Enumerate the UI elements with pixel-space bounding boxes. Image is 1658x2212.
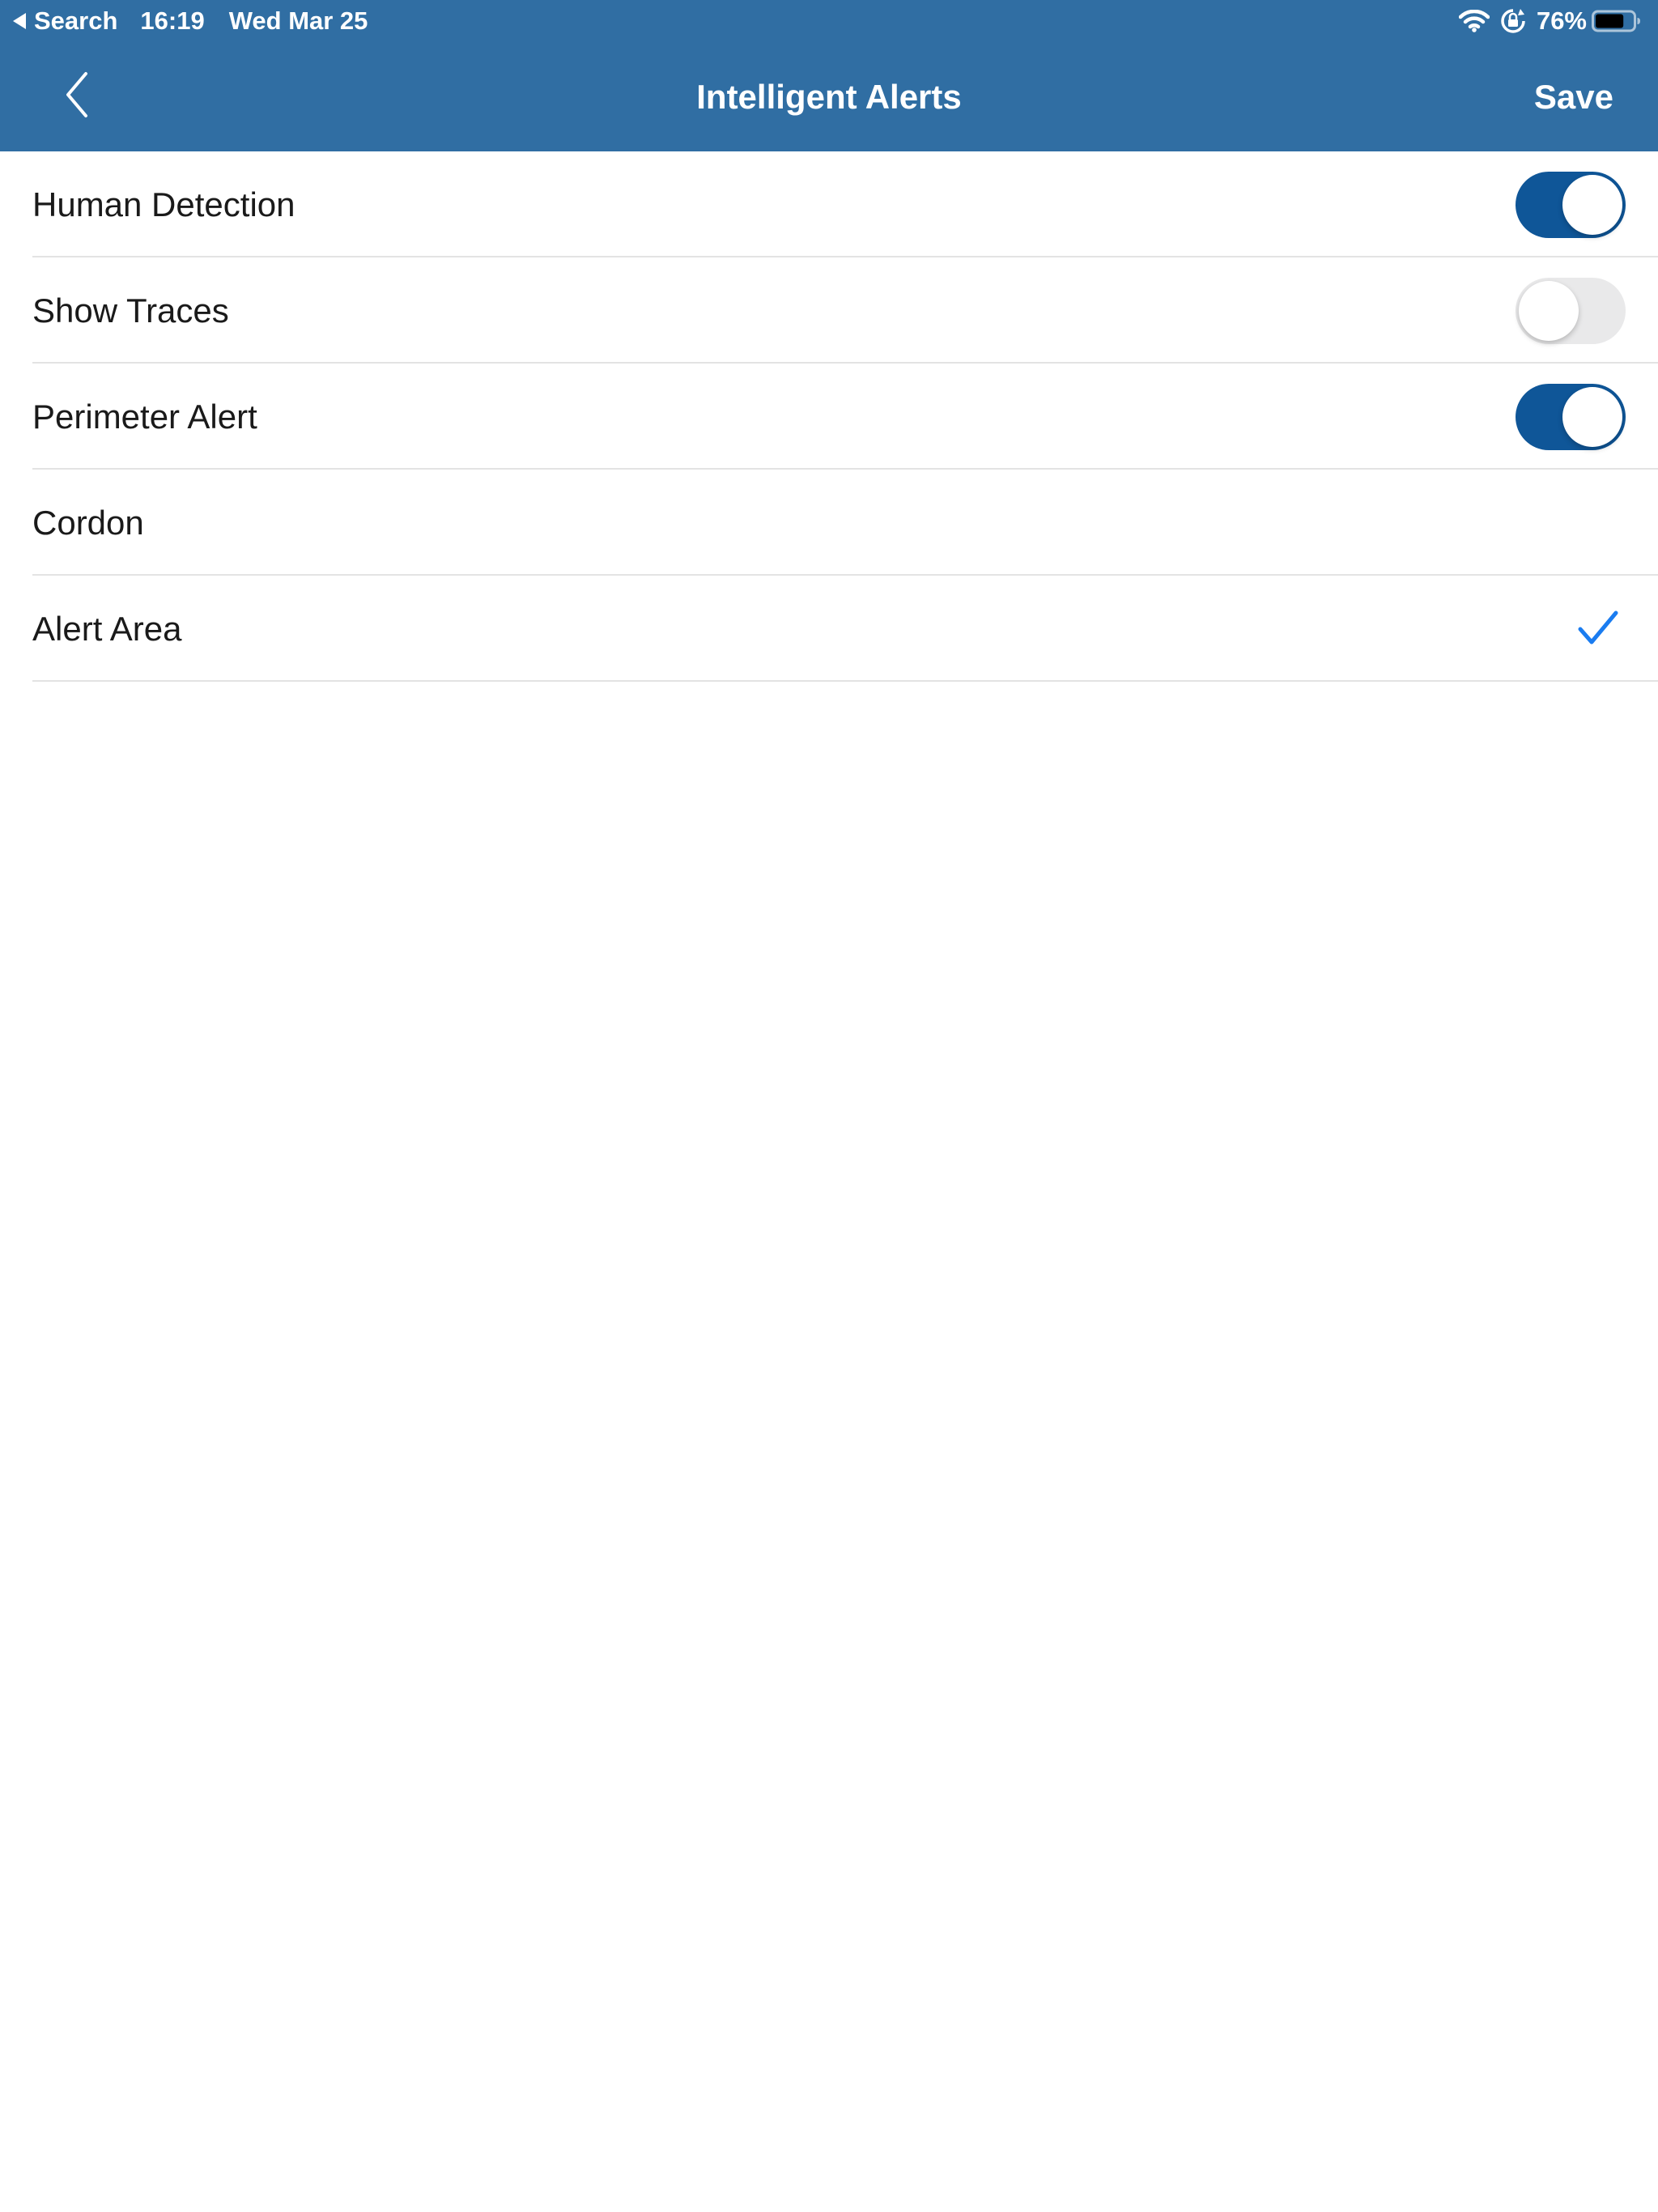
- list-item-show-traces[interactable]: Show Traces: [0, 257, 1658, 364]
- status-bar: Search 16:19 Wed Mar 25 76%: [0, 0, 1658, 42]
- show-traces-toggle[interactable]: [1516, 278, 1626, 344]
- status-back-to-app[interactable]: Search 16:19 Wed Mar 25: [13, 6, 368, 36]
- list-item-label: Perimeter Alert: [32, 398, 257, 436]
- wifi-icon: [1458, 10, 1490, 32]
- list-item-label: Alert Area: [32, 610, 182, 648]
- toggle-knob: [1562, 387, 1622, 447]
- toggle-knob: [1562, 175, 1622, 235]
- list-item-perimeter-alert[interactable]: Perimeter Alert: [0, 364, 1658, 470]
- back-triangle-icon: [13, 13, 26, 29]
- list-item-label: Show Traces: [32, 291, 229, 330]
- page-title: Intelligent Alerts: [696, 78, 962, 116]
- list-item-alert-area[interactable]: Alert Area: [0, 576, 1658, 682]
- settings-list: Human Detection Show Traces Perimeter Al…: [0, 151, 1658, 682]
- navigation-bar: Intelligent Alerts Save: [0, 42, 1658, 151]
- battery-icon: [1592, 10, 1640, 32]
- back-button[interactable]: [49, 66, 105, 123]
- status-date: Wed Mar 25: [228, 6, 368, 35]
- chevron-left-icon: [66, 72, 87, 117]
- intelligent-alerts-screen: Search 16:19 Wed Mar 25 76% Intelligent …: [0, 0, 1658, 2212]
- human-detection-toggle[interactable]: [1516, 172, 1626, 238]
- header: Search 16:19 Wed Mar 25 76% Intelligent …: [0, 0, 1658, 151]
- orientation-lock-icon: [1501, 9, 1525, 33]
- checkmark-icon: [1578, 610, 1618, 644]
- save-button[interactable]: Save: [1534, 42, 1613, 151]
- list-item-label: Cordon: [32, 504, 144, 542]
- perimeter-alert-toggle[interactable]: [1516, 384, 1626, 450]
- battery-percent: 76%: [1536, 6, 1587, 35]
- toggle-knob: [1519, 281, 1579, 341]
- list-item-label: Human Detection: [32, 185, 295, 223]
- list-item-cordon[interactable]: Cordon: [0, 470, 1658, 576]
- status-time: 16:19: [140, 6, 205, 35]
- status-indicators: 76%: [1458, 6, 1642, 36]
- status-back-app-label: Search: [34, 6, 118, 35]
- list-item-human-detection[interactable]: Human Detection: [0, 151, 1658, 257]
